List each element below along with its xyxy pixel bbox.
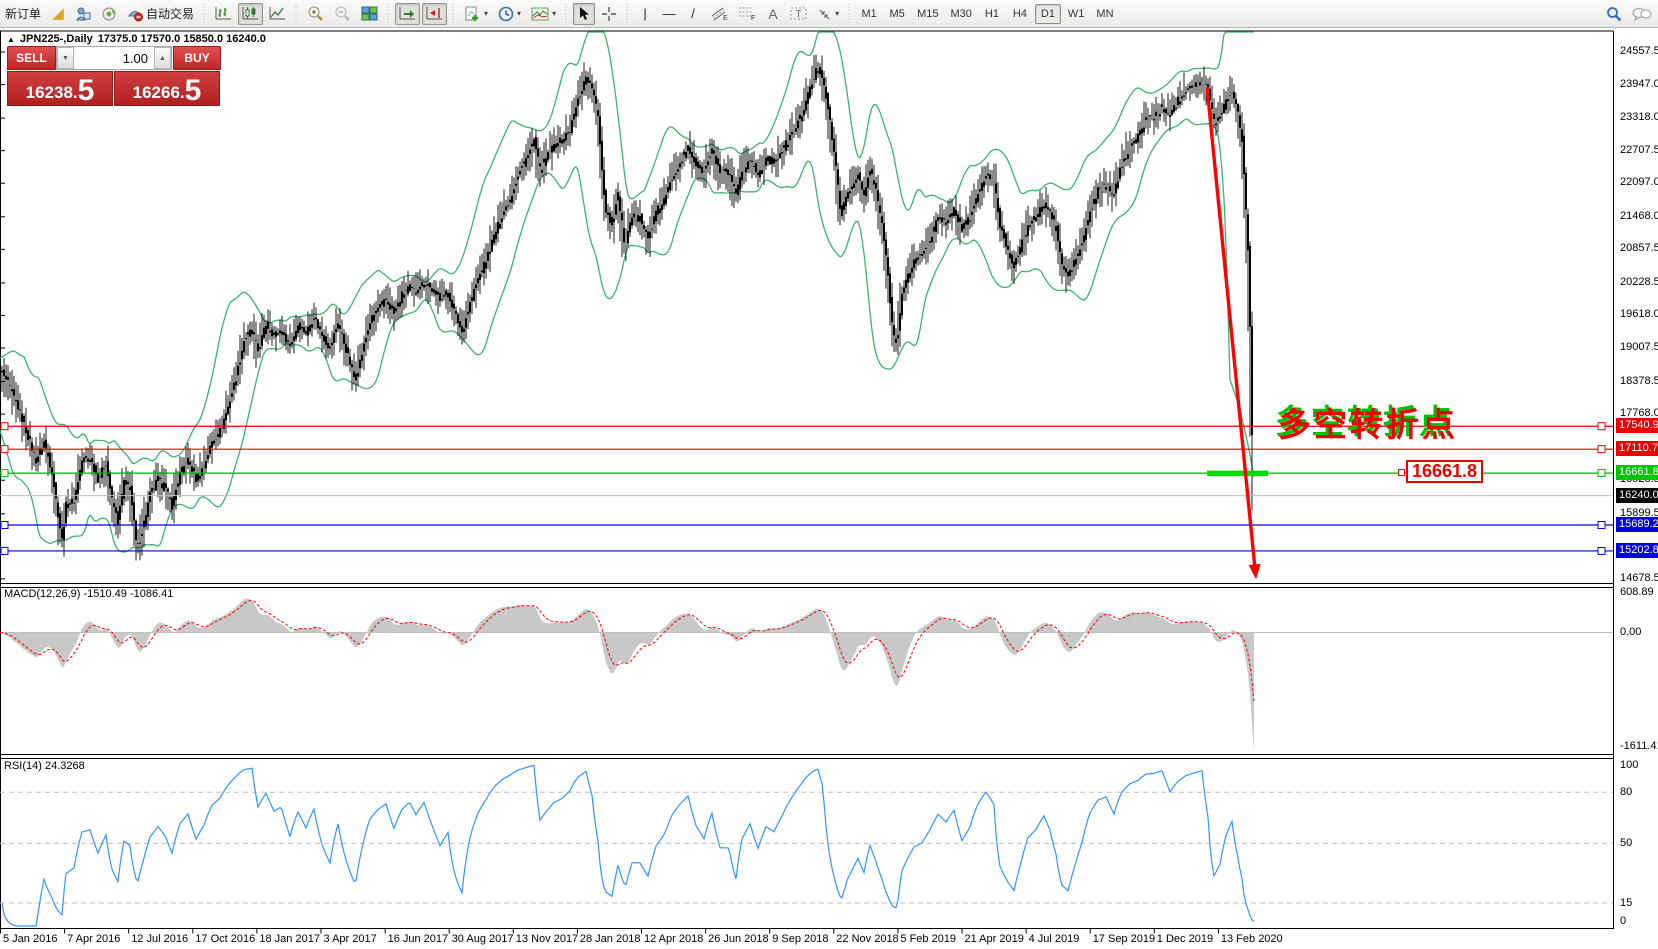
price-tick-label: 23947.0 (1620, 78, 1658, 90)
volume-stepper: ▼ 1.00 ▲ (56, 46, 172, 70)
macd-tick-label: 608.89 (1620, 586, 1654, 598)
date-label[interactable]: 13 Nov 2017 (516, 933, 578, 945)
macd-tick-label: 0.00 (1620, 626, 1641, 638)
collapse-icon[interactable]: ▲ (7, 35, 15, 44)
line-price-chip: 17540.9 (1616, 418, 1658, 433)
volume-value[interactable]: 1.00 (74, 51, 154, 66)
date-label[interactable]: 17 Oct 2016 (195, 933, 255, 945)
date-label[interactable]: 4 Jul 2019 (1029, 933, 1080, 945)
candlesticks (2, 55, 1252, 561)
trend-arrow-head[interactable] (1249, 564, 1261, 580)
bollinger-lower-band (0, 119, 1254, 552)
line-handle-right[interactable] (1598, 470, 1605, 477)
line-handle-left[interactable] (1, 521, 8, 528)
date-label[interactable]: 3 Apr 2017 (324, 933, 377, 945)
date-label[interactable]: 7 Apr 2016 (67, 933, 120, 945)
line-handle-right[interactable] (1598, 446, 1605, 453)
rsi-tick-label: 80 (1620, 786, 1632, 798)
date-label[interactable]: 5 Jan 2016 (3, 933, 57, 945)
date-label[interactable]: 1 Dec 2019 (1157, 933, 1213, 945)
date-label[interactable]: 12 Jul 2016 (131, 933, 188, 945)
buy-button[interactable]: BUY (173, 46, 221, 70)
volume-increase-button[interactable]: ▲ (154, 47, 171, 69)
price-tick-label: 22707.5 (1620, 144, 1658, 156)
macd-tick-label: -1611.41 (1620, 740, 1658, 752)
price-tick-label: 18378.5 (1620, 375, 1658, 387)
price-tick-label: 19618.0 (1620, 308, 1658, 320)
price-callout-box[interactable]: 16661.8 (1406, 460, 1483, 483)
date-label[interactable]: 9 Sep 2018 (772, 933, 828, 945)
current-price-chip: 16240.0 (1616, 488, 1658, 503)
chart-title: ▲ JPN225-,Daily 17375.0 17570.0 15850.0 … (7, 33, 266, 45)
date-label[interactable]: 22 Nov 2018 (836, 933, 898, 945)
line-handle-left[interactable] (1, 470, 8, 477)
line-handle-left[interactable] (1, 446, 8, 453)
rsi-tick-label: 0 (1620, 915, 1626, 927)
sell-price[interactable]: 16238.5 (7, 71, 113, 106)
line-price-chip: 15689.2 (1616, 517, 1658, 532)
date-label[interactable]: 13 Feb 2020 (1221, 933, 1283, 945)
price-tick-label: 23318.0 (1620, 111, 1658, 123)
line-handle-left[interactable] (1, 423, 8, 430)
macd-histogram (0, 599, 1254, 751)
sell-button[interactable]: SELL (7, 46, 56, 70)
buy-price[interactable]: 16266.5 (114, 71, 220, 106)
line-price-chip: 17110.7 (1616, 441, 1658, 456)
rsi-line (2, 765, 1254, 926)
rsi-label: RSI(14) 24.3268 (4, 760, 85, 772)
turning-point-annotation[interactable]: 多空转折点 (1278, 398, 1458, 446)
line-handle-right[interactable] (1598, 423, 1605, 430)
price-tick-label: 22097.0 (1620, 176, 1658, 188)
line-handle-right[interactable] (1598, 521, 1605, 528)
date-label[interactable]: 17 Sep 2019 (1093, 933, 1155, 945)
price-tick-label: 14678.5 (1620, 572, 1658, 584)
price-tick-label: 21468.0 (1620, 210, 1658, 222)
rsi-tick-label: 100 (1620, 759, 1638, 771)
date-label[interactable]: 16 Jun 2017 (388, 933, 449, 945)
price-tick-label: 19007.5 (1620, 341, 1658, 353)
date-label[interactable]: 30 Aug 2017 (452, 933, 514, 945)
date-label[interactable]: 28 Jan 2018 (580, 933, 641, 945)
line-price-chip: 15202.8 (1616, 543, 1658, 558)
rsi-tick-label: 15 (1620, 897, 1632, 909)
rsi-tick-label: 50 (1620, 837, 1632, 849)
line-handle-left[interactable] (1, 547, 8, 554)
line-price-chip: 16661.8 (1616, 465, 1658, 480)
ohlc-values: 17375.0 17570.0 15850.0 16240.0 (98, 33, 266, 45)
callout-handle[interactable] (1398, 469, 1405, 476)
symbol-name: JPN225-,Daily (20, 33, 93, 45)
date-label[interactable]: 21 Apr 2019 (965, 933, 1024, 945)
date-label[interactable]: 5 Feb 2019 (900, 933, 956, 945)
macd-label: MACD(12,26,9) -1510.49 -1086.41 (4, 588, 173, 600)
line-handle-right[interactable] (1598, 547, 1605, 554)
price-tick-label: 20857.5 (1620, 242, 1658, 254)
mt4-window: 新订单 ◢ 自动交易 (0, 0, 1658, 949)
volume-decrease-button[interactable]: ▼ (57, 47, 74, 69)
date-label[interactable]: 26 Jun 2018 (708, 933, 769, 945)
one-click-trading-panel: SELL ▼ 1.00 ▲ BUY 16238.5 16266.5 (7, 46, 221, 106)
price-tick-label: 24557.5 (1620, 45, 1658, 57)
date-label[interactable]: 18 Jan 2017 (259, 933, 320, 945)
date-label[interactable]: 12 Apr 2018 (644, 933, 703, 945)
green-highlight-segment[interactable] (1207, 471, 1268, 477)
candle-bodies (2, 67, 1252, 544)
price-tick-label: 20228.5 (1620, 276, 1658, 288)
